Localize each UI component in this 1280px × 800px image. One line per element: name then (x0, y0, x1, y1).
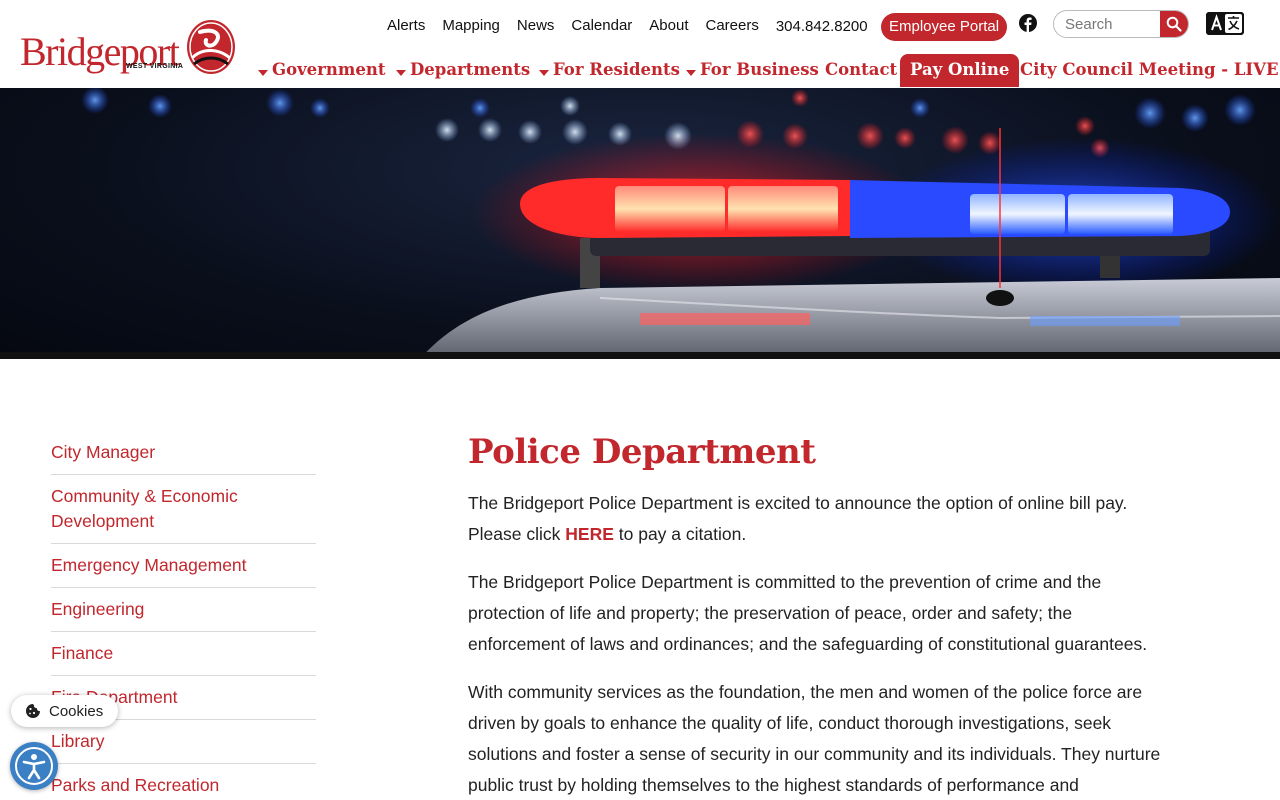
main-content: Police Department The Bridgeport Police … (468, 430, 1173, 800)
caret-down-icon (539, 70, 549, 76)
search-box (1053, 10, 1189, 38)
nav-label: For Residents (553, 60, 680, 79)
caret-down-icon (396, 70, 406, 76)
util-link-alerts[interactable]: Alerts (387, 16, 425, 36)
search-button[interactable] (1160, 11, 1188, 37)
sidebar-item-finance[interactable]: Finance (51, 632, 316, 676)
employee-portal-button[interactable]: Employee Portal (881, 13, 1008, 41)
cookies-label: Cookies (49, 702, 104, 720)
cookie-icon (26, 704, 40, 718)
department-sidebar: City Manager Community & Economic Develo… (51, 432, 316, 800)
util-link-calendar[interactable]: Calendar (571, 16, 632, 36)
search-icon (1166, 16, 1182, 32)
nav-departments[interactable]: Departments (396, 54, 530, 86)
cookies-button[interactable]: Cookies (11, 695, 118, 727)
intro-paragraph: The Bridgeport Police Department is exci… (468, 488, 1173, 550)
nav-government[interactable]: Government (258, 54, 385, 86)
mission-paragraph: The Bridgeport Police Department is comm… (468, 572, 1148, 654)
nav-label: For Business (700, 60, 819, 79)
sidebar-item-engineering[interactable]: Engineering (51, 588, 316, 632)
accessibility-button[interactable] (10, 742, 58, 790)
hero-image-police-lights (0, 88, 1280, 359)
page-title: Police Department (468, 432, 816, 472)
sidebar-item-city-manager[interactable]: City Manager (51, 432, 316, 475)
sidebar-item-parks-and-recreation[interactable]: Parks and Recreation (51, 764, 316, 800)
util-link-mapping[interactable]: Mapping (442, 16, 500, 36)
community-paragraph: With community services as the foundatio… (468, 682, 1161, 795)
nav-label: Departments (410, 60, 531, 79)
translate-icon[interactable] (1206, 12, 1244, 35)
caret-down-icon (258, 70, 268, 76)
util-link-about[interactable]: About (649, 16, 688, 36)
main-nav: Government Departments For Residents For… (0, 54, 1280, 88)
pay-citation-link[interactable]: HERE (565, 524, 614, 544)
search-input[interactable] (1054, 11, 1162, 37)
police-lightbar-image (81, 88, 1280, 359)
sidebar-item-emergency-management[interactable]: Emergency Management (51, 544, 316, 588)
caret-down-icon (686, 70, 696, 76)
hero-bottom-band (0, 352, 1280, 359)
nav-for-residents[interactable]: For Residents (539, 54, 680, 86)
util-link-news[interactable]: News (517, 16, 555, 36)
nav-for-business[interactable]: For Business (686, 54, 819, 86)
util-link-careers[interactable]: Careers (705, 16, 758, 36)
site-header: Bridgeport WEST VIRGINIA Alerts Mapping … (0, 0, 1280, 88)
nav-pay-online[interactable]: Pay Online (900, 54, 1020, 87)
sidebar-item-community-economic-development[interactable]: Community & Economic Development (51, 475, 316, 544)
facebook-icon[interactable] (1019, 14, 1037, 32)
nav-label: Government (272, 60, 386, 79)
phone-number[interactable]: 304.842.8200 (776, 18, 868, 35)
utility-nav: Alerts Mapping News Calendar About Caree… (387, 16, 877, 36)
nav-contact[interactable]: Contact (825, 54, 897, 86)
nav-council-meeting-live[interactable]: City Council Meeting - LIVE (1020, 54, 1279, 86)
accessibility-icon (15, 747, 53, 785)
intro-text-end: to pay a citation. (613, 524, 747, 544)
